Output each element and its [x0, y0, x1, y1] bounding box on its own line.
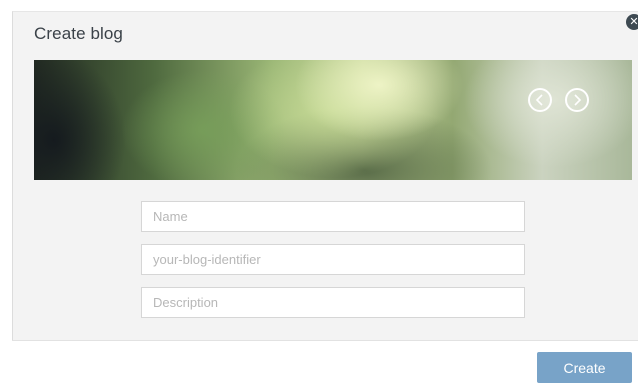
banner-next-button[interactable]	[565, 88, 589, 112]
close-button[interactable]: ✕	[626, 14, 638, 30]
close-icon: ✕	[629, 16, 638, 28]
chevron-right-icon	[574, 94, 582, 106]
blog-name-input[interactable]	[141, 201, 525, 232]
chevron-left-icon	[535, 94, 543, 106]
create-button[interactable]: Create	[537, 352, 632, 383]
blog-description-input[interactable]	[141, 287, 525, 318]
blog-identifier-input[interactable]	[141, 244, 525, 275]
page: Create blog ✕ Create	[0, 0, 638, 388]
dialog-title: Create blog	[34, 24, 123, 43]
banner-prev-button[interactable]	[528, 88, 552, 112]
banner-image	[34, 60, 632, 180]
